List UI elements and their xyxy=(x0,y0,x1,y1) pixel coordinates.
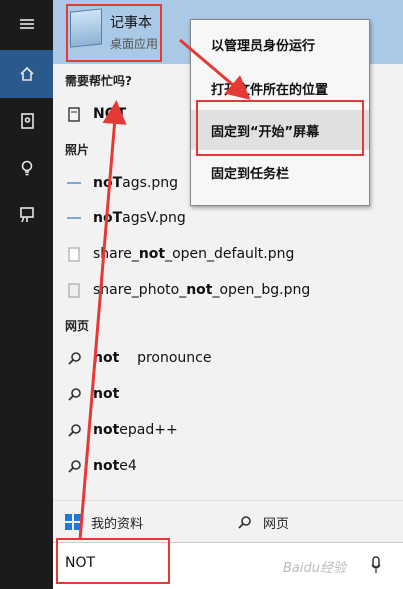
arrow-search-to-app xyxy=(78,100,127,541)
arrow-app-to-pin xyxy=(179,38,251,100)
annotation-arrows xyxy=(78,38,251,541)
